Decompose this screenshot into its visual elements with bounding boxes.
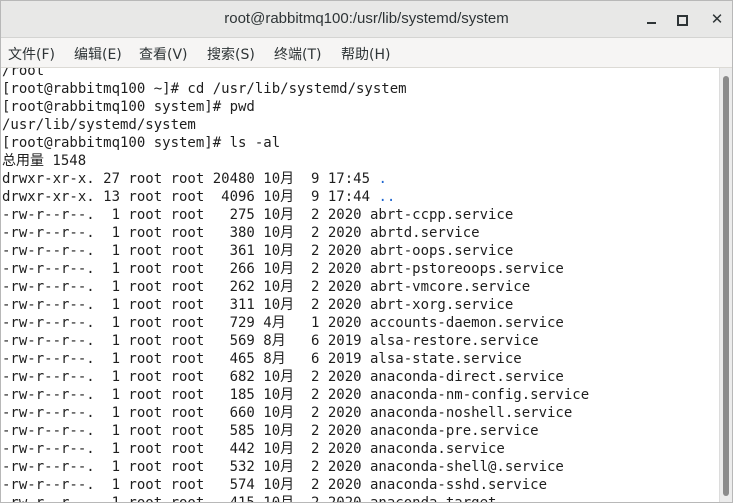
terminal-line: [root@rabbitmq100 system]# pwd — [2, 99, 255, 115]
terminal-line: -rw-r--r--. 1 root root 585 10月 2 2020 a… — [2, 423, 539, 439]
terminal-line: -rw-r--r--. 1 root root 415 10月 2 2020 a… — [2, 495, 497, 503]
terminal-line: -rw-r--r--. 1 root root 442 10月 2 2020 a… — [2, 441, 505, 457]
minimize-button[interactable] — [642, 9, 662, 29]
terminal-line: -rw-r--r--. 1 root root 262 10月 2 2020 a… — [2, 279, 531, 295]
close-button[interactable]: ✕ — [707, 9, 727, 29]
vertical-scrollbar[interactable] — [719, 68, 732, 502]
terminal-line: -rw-r--r--. 1 root root 361 10月 2 2020 a… — [2, 243, 514, 259]
terminal-line: -rw-r--r--. 1 root root 682 10月 2 2020 a… — [2, 369, 564, 385]
terminal-line: -rw-r--r--. 1 root root 660 10月 2 2020 a… — [2, 405, 573, 421]
terminal-line: -rw-r--r--. 1 root root 729 4月 1 2020 ac… — [2, 315, 564, 331]
maximize-button[interactable] — [672, 9, 692, 29]
terminal-line: -rw-r--r--. 1 root root 532 10月 2 2020 a… — [2, 459, 564, 475]
terminal-line: -rw-r--r--. 1 root root 465 8月 6 2019 al… — [2, 351, 522, 367]
terminal-output[interactable]: /root [root@rabbitmq100 ~]# cd /usr/lib/… — [1, 68, 719, 503]
close-icon: ✕ — [710, 10, 724, 28]
terminal-line: drwxr-xr-x. 13 root root 4096 10月 9 17:4… — [2, 189, 396, 205]
menu-view[interactable]: 查看(V) — [139, 44, 188, 64]
menu-help[interactable]: 帮助(H) — [341, 44, 390, 64]
menu-file[interactable]: 文件(F) — [8, 44, 55, 64]
terminal-line: 总用量 1548 — [2, 153, 87, 169]
terminal-line: -rw-r--r--. 1 root root 266 10月 2 2020 a… — [2, 261, 564, 277]
scrollbar-thumb[interactable] — [723, 76, 729, 496]
terminal-window: root@rabbitmq100:/usr/lib/systemd/system… — [0, 0, 733, 503]
terminal-line: -rw-r--r--. 1 root root 380 10月 2 2020 a… — [2, 225, 480, 241]
menu-bar: 文件(F) 编辑(E) 查看(V) 搜索(S) 终端(T) 帮助(H) — [1, 38, 732, 68]
maximize-icon — [677, 15, 688, 26]
terminal-line: -rw-r--r--. 1 root root 275 10月 2 2020 a… — [2, 207, 514, 223]
terminal-line: /root — [2, 68, 45, 79]
terminal-line: -rw-r--r--. 1 root root 569 8月 6 2019 al… — [2, 333, 539, 349]
terminal-line: [root@rabbitmq100 ~]# cd /usr/lib/system… — [2, 81, 407, 97]
terminal-line: drwxr-xr-x. 27 root root 20480 10月 9 17:… — [2, 171, 387, 187]
title-bar[interactable]: root@rabbitmq100:/usr/lib/systemd/system… — [1, 1, 732, 38]
terminal-line: [root@rabbitmq100 system]# ls -al — [2, 135, 281, 151]
window-title: root@rabbitmq100:/usr/lib/systemd/system — [224, 10, 509, 27]
terminal-line: -rw-r--r--. 1 root root 311 10月 2 2020 a… — [2, 297, 514, 313]
directory-entry-name: .. — [378, 189, 396, 205]
terminal-line: -rw-r--r--. 1 root root 574 10月 2 2020 a… — [2, 477, 548, 493]
terminal-line: -rw-r--r--. 1 root root 185 10月 2 2020 a… — [2, 387, 590, 403]
minimize-icon — [647, 22, 656, 24]
terminal-line: /usr/lib/systemd/system — [2, 117, 196, 133]
menu-terminal[interactable]: 终端(T) — [274, 44, 321, 64]
directory-entry-name: . — [378, 171, 387, 187]
menu-edit[interactable]: 编辑(E) — [74, 44, 122, 64]
menu-search[interactable]: 搜索(S) — [207, 44, 255, 64]
